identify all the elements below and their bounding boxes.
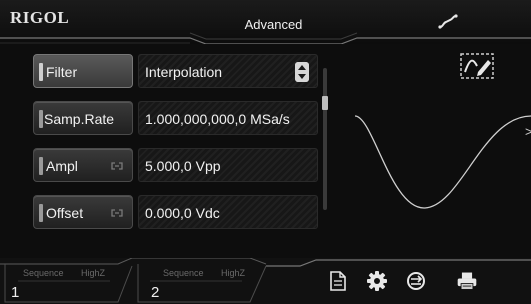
param-row-offset: Offset 0.000,0 Vdc	[33, 195, 318, 229]
spinner-icon[interactable]	[295, 62, 309, 82]
page-title: Advanced	[244, 17, 303, 32]
channel-number: 2	[151, 284, 160, 301]
channel-2-tab[interactable]: Sequence HighZ 2	[145, 262, 265, 304]
offset-button[interactable]: Offset	[33, 195, 133, 229]
ampl-field[interactable]: 5.000,0 Vpp	[138, 148, 318, 182]
samp-rate-button[interactable]: Samp.Rate	[33, 101, 133, 135]
top-bar: RIGOL Advanced	[0, 0, 531, 44]
couple-icon	[111, 209, 123, 217]
printer-icon[interactable]	[456, 270, 478, 292]
scrollbar-thumb[interactable]	[322, 96, 328, 110]
param-label: Ampl	[46, 158, 78, 174]
couple-icon	[111, 162, 123, 170]
param-value: Interpolation	[145, 64, 223, 80]
channel-1-tab[interactable]: Sequence HighZ 1	[5, 262, 125, 304]
filter-select[interactable]: Interpolation	[138, 54, 318, 88]
param-label: Samp.Rate	[44, 111, 115, 127]
channel-impedance: HighZ	[81, 268, 106, 278]
sync-icon[interactable]	[405, 270, 427, 292]
param-row-ampl: Ampl 5.000,0 Vpp	[33, 148, 318, 182]
param-label: Offset	[46, 205, 84, 221]
offset-field[interactable]: 0.000,0 Vdc	[138, 195, 318, 229]
filter-button[interactable]: Filter	[33, 54, 133, 88]
waveform-preview: >	[354, 115, 531, 209]
channel-impedance: HighZ	[221, 268, 246, 278]
edit-waveform-icon[interactable]	[458, 50, 496, 82]
param-label: Filter	[46, 64, 78, 80]
param-row-samp-rate: Samp.Rate 1.000,000,000,0 MSa/s	[33, 101, 318, 135]
bottom-bar: Sequence HighZ 1 Sequence HighZ 2	[0, 258, 531, 304]
channel-number: 1	[11, 284, 20, 301]
channel-mode: Sequence	[23, 268, 64, 278]
link-icon[interactable]	[437, 13, 459, 31]
param-row-filter: Filter Interpolation	[33, 54, 318, 88]
param-value: 1.000,000,000,0 MSa/s	[145, 111, 290, 127]
svg-text:>: >	[525, 124, 531, 139]
brand-logo: RIGOL	[10, 8, 70, 27]
ampl-button[interactable]: Ampl	[33, 148, 133, 182]
param-value: 5.000,0 Vpp	[145, 158, 221, 174]
scrollbar[interactable]	[322, 68, 328, 210]
channel-mode: Sequence	[163, 268, 204, 278]
param-value: 0.000,0 Vdc	[145, 205, 220, 221]
samp-rate-field[interactable]: 1.000,000,000,0 MSa/s	[138, 101, 318, 135]
file-icon[interactable]	[327, 270, 349, 292]
gear-icon[interactable]	[366, 270, 388, 292]
